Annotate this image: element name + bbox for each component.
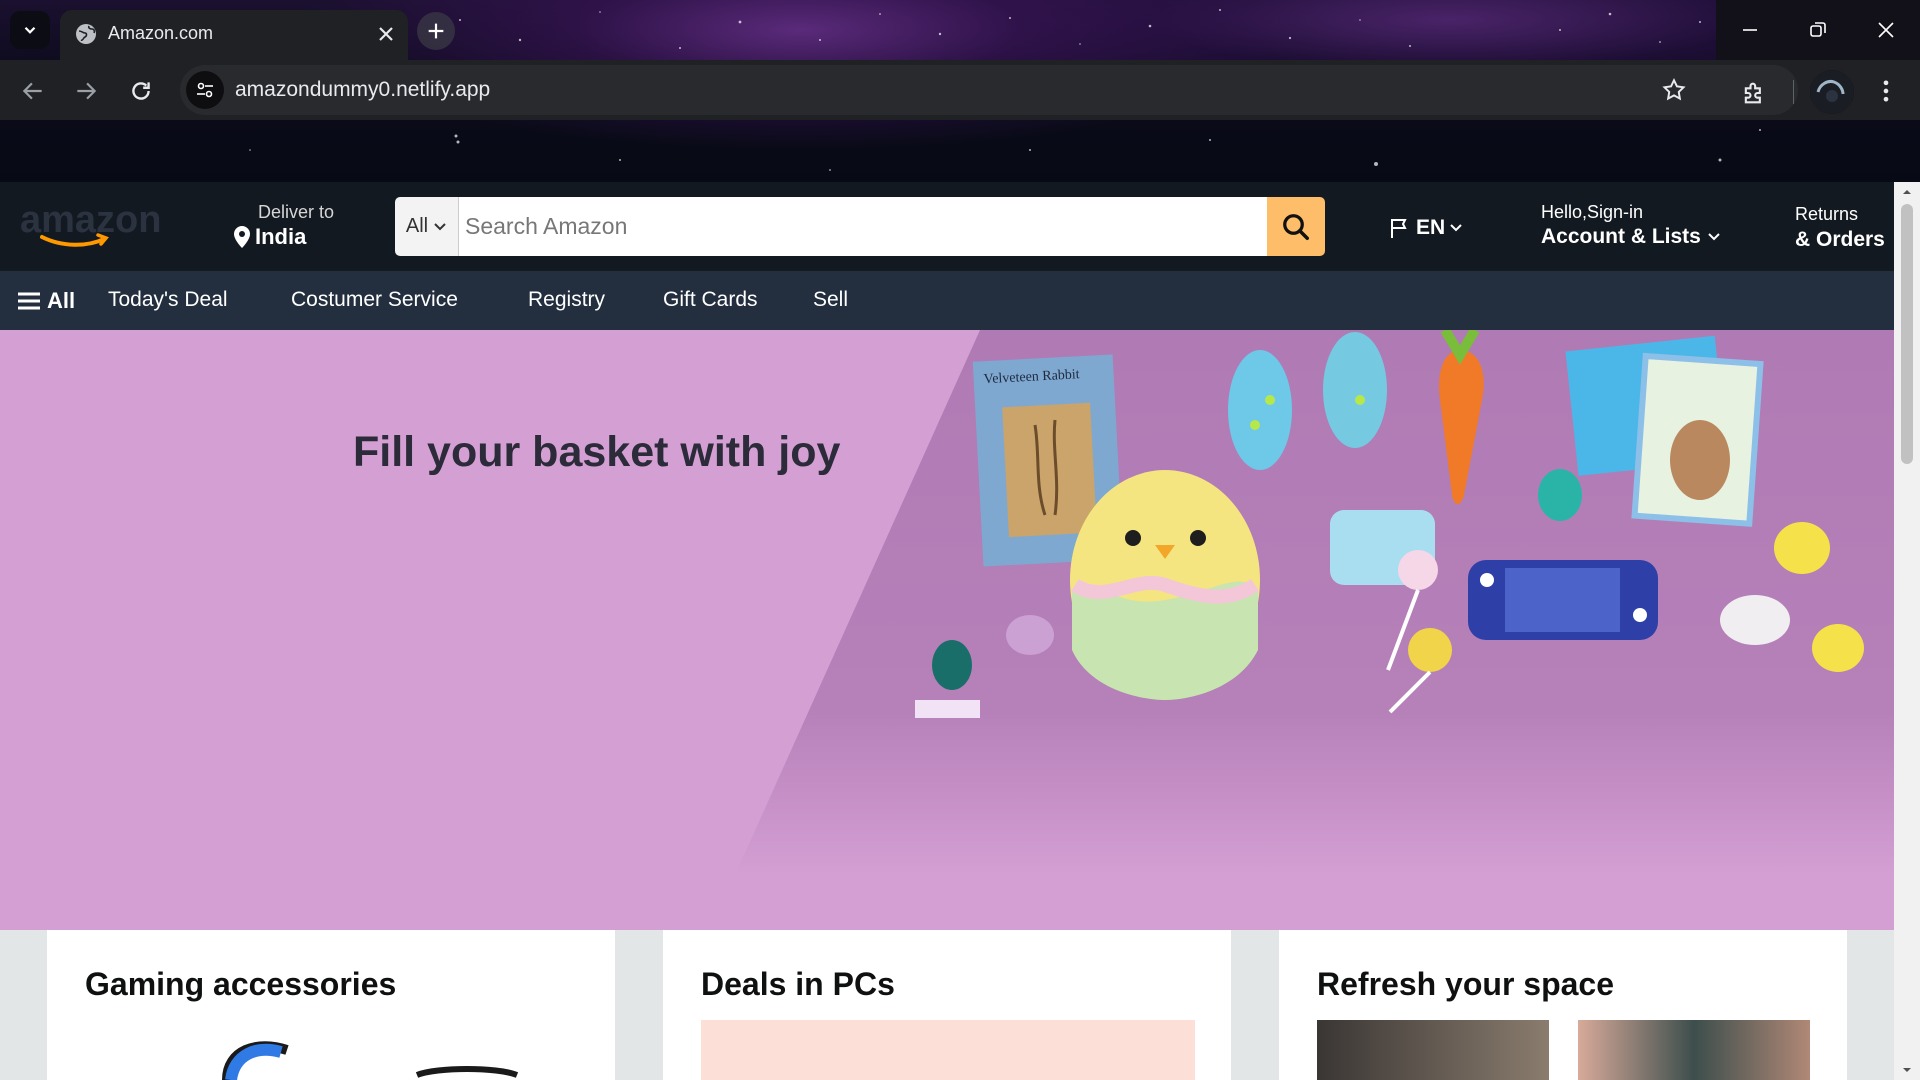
browser-tab[interactable]: Amazon.com — [60, 10, 408, 60]
all-menu-button[interactable]: All — [17, 288, 75, 314]
amazon-logo[interactable]: amazon — [20, 197, 170, 257]
deliver-label: Deliver to — [258, 202, 335, 222]
forward-arrow-icon[interactable] — [73, 78, 99, 104]
chick-plush-image — [1070, 470, 1260, 700]
bunny-toy-image — [1720, 595, 1790, 645]
nav-link-registry[interactable]: Registry — [528, 288, 605, 312]
language-selector[interactable]: EN — [1388, 216, 1463, 240]
orders-label: & Orders — [1795, 228, 1885, 251]
flag-icon — [1391, 219, 1407, 238]
svg-text:amazon: amazon — [20, 199, 161, 241]
browser-toolbar: amazondummy0.netlify.app — [0, 60, 1920, 120]
game-console-image — [1468, 560, 1658, 640]
shoe-image — [1228, 350, 1292, 470]
product-card[interactable]: Refresh your space — [1279, 930, 1847, 1080]
globe-icon — [76, 24, 96, 44]
chevron-down-icon — [1450, 224, 1462, 232]
chevron-down-icon — [24, 26, 36, 34]
restore-icon — [1810, 22, 1826, 37]
url-text[interactable]: amazondummy0.netlify.app — [235, 78, 490, 102]
plus-icon — [428, 23, 444, 39]
all-label: All — [47, 288, 76, 313]
egg-image — [1006, 615, 1054, 655]
returns-label: Returns — [1795, 204, 1859, 224]
home-image — [1317, 1020, 1549, 1080]
extensions-puzzle-icon[interactable] — [1740, 79, 1768, 107]
location-pin-icon — [234, 226, 250, 248]
close-window-button[interactable] — [1852, 0, 1920, 60]
toolbar-separator — [1793, 80, 1794, 104]
close-icon[interactable] — [374, 22, 398, 46]
search-input[interactable] — [459, 197, 1267, 256]
amazon-header: amazon Deliver to India All EN — [0, 182, 1894, 271]
close-icon — [1878, 22, 1894, 38]
reload-icon[interactable] — [128, 78, 154, 104]
language-label: EN — [1416, 216, 1446, 239]
profile-picture-icon — [1810, 70, 1854, 114]
chick-toy-image — [1812, 624, 1864, 672]
hero-title: Fill your basket with joy — [353, 428, 841, 476]
profile-avatar[interactable] — [1808, 68, 1856, 116]
egg-image — [1538, 469, 1582, 521]
lollipop-image — [1408, 628, 1452, 672]
window-controls — [1716, 0, 1920, 60]
search-icon — [1283, 213, 1309, 240]
bookmark-star-icon[interactable] — [1661, 77, 1687, 103]
site-info-button[interactable] — [186, 71, 224, 109]
lollipop-image — [1398, 550, 1438, 590]
search-category-label: All — [405, 215, 429, 237]
scrollbar-thumb[interactable] — [1901, 204, 1913, 464]
tune-icon — [197, 82, 213, 98]
browser-chrome: Amazon.com amazondummy0.netlify.app — [0, 0, 1920, 182]
tab-strip: Amazon.com — [0, 0, 1920, 60]
shoe-image — [1323, 332, 1387, 448]
hero-easter-image: Velveteen Rabbit — [735, 330, 1894, 875]
gaming-accessories-image — [222, 1041, 519, 1080]
card-title: Deals in PCs — [701, 966, 895, 1002]
tab-title: Amazon.com — [108, 23, 214, 43]
returns-orders[interactable]: Returns & Orders — [1795, 204, 1885, 252]
back-arrow-icon[interactable] — [20, 78, 46, 104]
restore-button[interactable] — [1784, 0, 1852, 60]
chevron-down-icon — [1708, 233, 1720, 241]
deliver-location: India — [255, 224, 307, 249]
scroll-down-arrow-icon[interactable] — [1901, 1064, 1913, 1076]
scroll-up-arrow-icon[interactable] — [1901, 186, 1913, 198]
card-title: Refresh your space — [1317, 966, 1615, 1002]
nav-link-customer-service[interactable]: Costumer Service — [291, 288, 458, 312]
nav-link-sell[interactable]: Sell — [813, 288, 848, 312]
amazon-subnav: All Today's Deal Costumer Service Regist… — [0, 271, 1894, 330]
product-card[interactable]: Deals in PCs — [663, 930, 1231, 1080]
minimize-button[interactable] — [1716, 0, 1784, 60]
address-bar[interactable]: amazondummy0.netlify.app — [180, 65, 1798, 115]
search-button[interactable] — [1267, 197, 1325, 256]
account-menu[interactable]: Hello,Sign-in Account & Lists — [1541, 202, 1721, 249]
nav-link-todays-deal[interactable]: Today's Deal — [108, 288, 228, 312]
greeting-text: Hello,Sign-in — [1541, 202, 1644, 222]
kebab-menu-icon[interactable] — [1872, 77, 1900, 105]
egg-image — [932, 640, 972, 690]
chick-toy-image — [1774, 522, 1830, 574]
minimize-icon — [1743, 29, 1757, 31]
hero-banner[interactable]: Velveteen Rabbit Fill your basket with j… — [0, 330, 1894, 930]
deliver-to[interactable]: Deliver to India — [233, 202, 334, 250]
towels-image — [1578, 1020, 1810, 1080]
product-cards-row: Gaming accessories Deals in PCs Refresh … — [0, 930, 1894, 1080]
nav-link-gift-cards[interactable]: Gift Cards — [663, 288, 758, 312]
account-lists-label: Account & Lists — [1541, 225, 1701, 248]
hamburger-menu-icon — [18, 292, 40, 310]
chevron-down-icon — [434, 222, 446, 230]
page-scrollbar[interactable] — [1894, 182, 1920, 1080]
new-tab-button[interactable] — [417, 12, 455, 50]
search-bar: All — [395, 197, 1325, 256]
pc-deals-image — [701, 1020, 1195, 1080]
product-card[interactable]: Gaming accessories — [47, 930, 615, 1080]
tab-search-button[interactable] — [10, 11, 50, 49]
page-viewport: amazon Deliver to India All EN — [0, 182, 1920, 1080]
card-title: Gaming accessories — [85, 966, 397, 1002]
search-category-select[interactable]: All — [395, 197, 459, 256]
